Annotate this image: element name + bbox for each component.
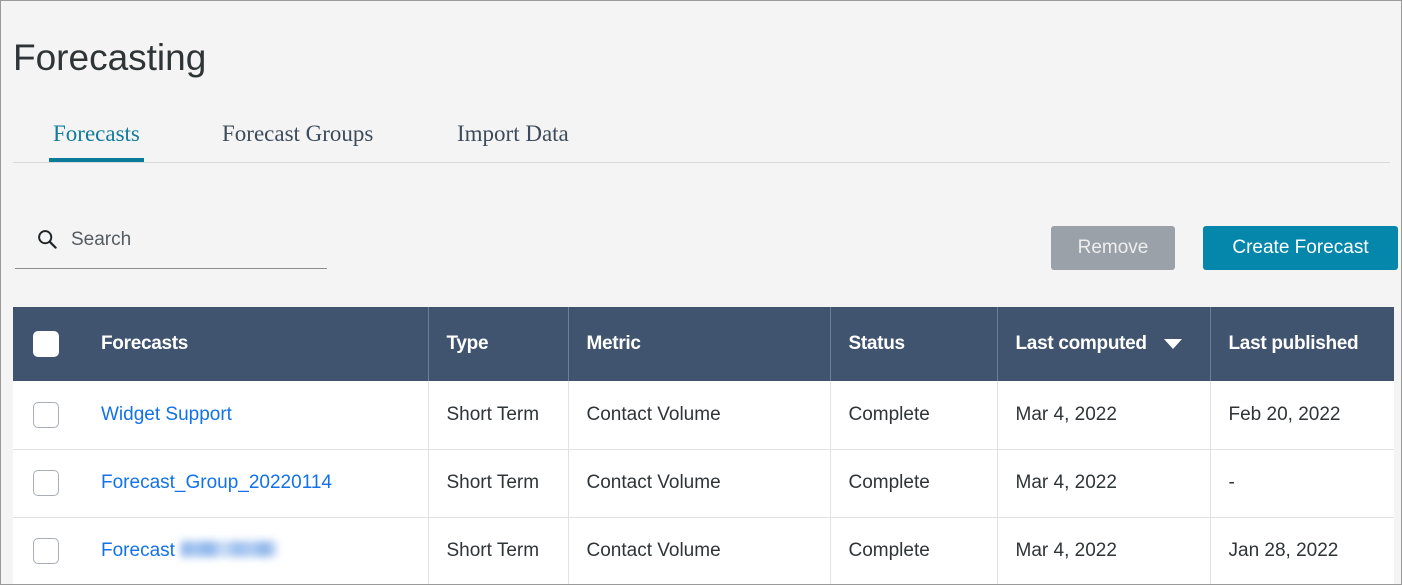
column-header-forecasts-label: Forecasts [101,333,188,354]
row-status-cell: Complete [830,381,997,449]
forecasting-page: Forecasting Forecasts Forecast Groups Im… [0,0,1402,585]
page-title: Forecasting [13,34,206,82]
row-last-published-cell: - [1210,449,1394,517]
forecast-link[interactable]: Forecast [101,540,277,561]
column-header-metric-label: Metric [587,333,641,354]
column-header-type-label: Type [447,333,489,354]
row-select-cell[interactable] [13,381,69,449]
table-row: Forecast Short Term Contact Volume Compl… [13,517,1394,585]
column-header-last-published-label: Last published [1229,333,1359,354]
column-header-last-published[interactable]: Last published [1210,307,1394,381]
row-last-computed-cell: Mar 4, 2022 [997,449,1210,517]
row-status-cell: Complete [830,449,997,517]
row-type-cell: Short Term [428,381,568,449]
row-select-cell[interactable] [13,517,69,585]
forecast-link[interactable]: Forecast_Group_20220114 [101,472,332,493]
forecast-link-label: Forecast [101,540,175,561]
select-all-checkbox[interactable] [33,331,59,357]
redacted-text [181,541,277,557]
row-metric-cell: Contact Volume [568,449,830,517]
row-checkbox[interactable] [33,470,59,496]
row-select-cell[interactable] [13,449,69,517]
row-last-computed-cell: Mar 4, 2022 [997,517,1210,585]
row-checkbox[interactable] [33,538,59,564]
remove-button[interactable]: Remove [1051,226,1175,270]
table-header-row: Forecasts Type Metric Status Last comput… [13,307,1394,381]
row-status-cell: Complete [830,517,997,585]
create-forecast-button[interactable]: Create Forecast [1203,226,1398,270]
row-last-published-cell: Jan 28, 2022 [1210,517,1394,585]
column-header-status[interactable]: Status [830,307,997,381]
tab-import-data[interactable]: Import Data [453,111,573,162]
search-icon [37,229,57,249]
column-header-forecasts[interactable]: Forecasts [69,307,428,381]
select-all-header[interactable] [13,307,69,381]
row-last-computed-cell: Mar 4, 2022 [997,381,1210,449]
row-metric-cell: Contact Volume [568,517,830,585]
row-last-published-cell: Feb 20, 2022 [1210,381,1394,449]
table-row: Forecast_Group_20220114 Short Term Conta… [13,449,1394,517]
row-name-cell: Forecast_Group_20220114 [69,449,428,517]
column-header-last-computed[interactable]: Last computed [997,307,1210,381]
forecasts-table: Forecasts Type Metric Status Last comput… [13,307,1394,585]
row-name-cell: Forecast [69,517,428,585]
row-type-cell: Short Term [428,517,568,585]
column-header-metric[interactable]: Metric [568,307,830,381]
forecast-link[interactable]: Widget Support [101,404,232,425]
search-input[interactable] [71,223,321,257]
tab-forecast-groups[interactable]: Forecast Groups [218,111,377,162]
column-header-last-computed-label: Last computed [1016,333,1147,354]
row-name-cell: Widget Support [69,381,428,449]
row-metric-cell: Contact Volume [568,381,830,449]
tab-bar: Forecasts Forecast Groups Import Data [13,111,1390,163]
sort-descending-icon[interactable] [1164,339,1182,349]
row-checkbox[interactable] [33,402,59,428]
column-header-status-label: Status [849,333,905,354]
row-type-cell: Short Term [428,449,568,517]
column-header-type[interactable]: Type [428,307,568,381]
table-row: Widget Support Short Term Contact Volume… [13,381,1394,449]
search-field[interactable] [15,217,327,269]
tab-forecasts[interactable]: Forecasts [49,111,144,162]
